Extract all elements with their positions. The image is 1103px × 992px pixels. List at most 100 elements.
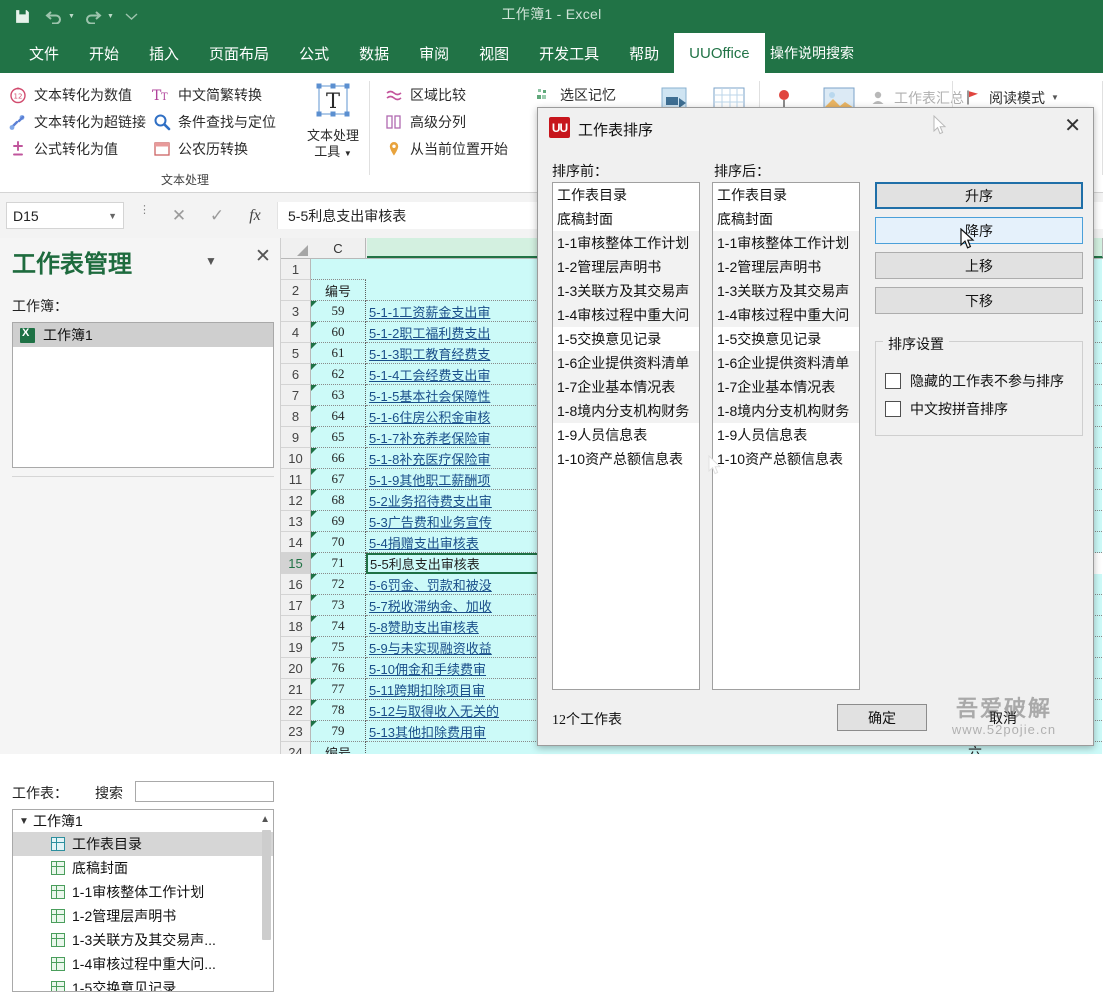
row-header[interactable]: 2 xyxy=(281,280,311,301)
select-all-corner[interactable] xyxy=(281,238,312,258)
row-header[interactable]: 9 xyxy=(281,427,311,448)
cell-c[interactable]: 61 xyxy=(311,343,366,364)
row-header[interactable]: 10 xyxy=(281,448,311,469)
list-item[interactable]: 1-3关联方及其交易声 xyxy=(553,279,699,303)
list-item[interactable]: 1-2管理层声明书 xyxy=(13,904,273,928)
cell-c[interactable]: 62 xyxy=(311,364,366,385)
list-item[interactable]: 1-7企业基本情况表 xyxy=(553,375,699,399)
cell-c[interactable]: 77 xyxy=(311,679,366,700)
row-header[interactable]: 1 xyxy=(281,259,311,280)
scrollbar-thumb[interactable] xyxy=(262,830,271,940)
tab-help[interactable]: 帮助 xyxy=(614,33,674,73)
workbook-list[interactable]: 工作簿1 xyxy=(12,322,274,468)
list-item[interactable]: 1-1审核整体工作计划 xyxy=(713,231,859,255)
search-input[interactable] xyxy=(135,781,274,802)
tab-view[interactable]: 视图 xyxy=(464,33,524,73)
list-item[interactable]: 底稿封面 xyxy=(713,207,859,231)
row-header[interactable]: 14 xyxy=(281,532,311,553)
ribbon-item-formula-to-value[interactable]: 公式转化为值 xyxy=(8,135,146,162)
cell-c[interactable]: 74 xyxy=(311,616,366,637)
list-item[interactable]: 1-10资产总额信息表 xyxy=(553,447,699,471)
tab-home[interactable]: 开始 xyxy=(74,33,134,73)
row-header[interactable]: 17 xyxy=(281,595,311,616)
tell-me-search[interactable]: 操作说明搜索 xyxy=(745,33,854,73)
tab-file[interactable]: 文件 xyxy=(14,33,74,73)
list-item[interactable]: 1-5交换意见记录 xyxy=(13,976,273,992)
name-box[interactable]: D15 ▼ xyxy=(6,202,124,229)
row-header[interactable]: 7 xyxy=(281,385,311,406)
cell-c[interactable]: 69 xyxy=(311,511,366,532)
row-header[interactable]: 18 xyxy=(281,616,311,637)
chevron-down-icon[interactable]: ▼ xyxy=(1051,93,1059,102)
list-item[interactable]: 1-7企业基本情况表 xyxy=(713,375,859,399)
chevron-up-icon[interactable]: ▲ xyxy=(260,814,270,825)
checkbox-box[interactable] xyxy=(885,401,901,417)
list-item[interactable]: 1-4审核过程中重大问... xyxy=(13,952,273,976)
list-item[interactable]: 1-3关联方及其交易声... xyxy=(13,928,273,952)
cancel-x-icon[interactable]: ✕ xyxy=(160,202,198,229)
list-item[interactable]: 1-5交换意见记录 xyxy=(713,327,859,351)
ribbon-item-simplified-traditional[interactable]: TT 中文简繁转换 xyxy=(152,81,276,108)
list-item[interactable]: 1-1审核整体工作计划 xyxy=(13,880,273,904)
chevron-down-icon[interactable]: ▼ xyxy=(108,211,117,221)
cell-c[interactable]: 59 xyxy=(311,301,366,322)
tab-developer[interactable]: 开发工具 xyxy=(524,33,614,73)
cell-c[interactable]: 编号 xyxy=(311,742,366,754)
list-item[interactable]: 工作表目录 xyxy=(713,183,859,207)
cell-c[interactable]: 65 xyxy=(311,427,366,448)
cell-c[interactable]: 72 xyxy=(311,574,366,595)
ribbon-item-advanced-split[interactable]: 高级分列 xyxy=(384,108,508,135)
cell-c[interactable]: 79 xyxy=(311,721,366,742)
row-header[interactable]: 16 xyxy=(281,574,311,595)
ribbon-item-selection-memory[interactable]: 选区记忆 xyxy=(534,81,616,108)
list-item[interactable]: 1-8境内分支机构财务 xyxy=(553,399,699,423)
row-header[interactable]: 20 xyxy=(281,658,311,679)
list-item[interactable]: 1-9人员信息表 xyxy=(553,423,699,447)
list-item[interactable]: 1-8境内分支机构财务 xyxy=(713,399,859,423)
list-item[interactable]: 1-10资产总额信息表 xyxy=(713,447,859,471)
row-header[interactable]: 22 xyxy=(281,700,311,721)
list-after[interactable]: 工作表目录底稿封面1-1审核整体工作计划1-2管理层声明书1-3关联方及其交易声… xyxy=(712,182,860,690)
cell-c[interactable] xyxy=(311,259,366,280)
tab-insert[interactable]: 插入 xyxy=(134,33,194,73)
cell-c[interactable]: 75 xyxy=(311,637,366,658)
cell-c[interactable]: 68 xyxy=(311,490,366,511)
list-item[interactable]: 1-2管理层声明书 xyxy=(713,255,859,279)
checkbox-hidden-sheets[interactable]: 隐藏的工作表不参与排序 xyxy=(885,371,1064,391)
row-header[interactable]: 13 xyxy=(281,511,311,532)
row-header[interactable]: 3 xyxy=(281,301,311,322)
ribbon-item-start-from-current[interactable]: 从当前位置开始 xyxy=(384,135,508,162)
tab-formulas[interactable]: 公式 xyxy=(284,33,344,73)
cell-c[interactable]: 60 xyxy=(311,322,366,343)
list-item[interactable]: 1-3关联方及其交易声 xyxy=(713,279,859,303)
list-item[interactable]: 1-6企业提供资料清单 xyxy=(713,351,859,375)
cell-c[interactable]: 63 xyxy=(311,385,366,406)
list-item[interactable]: 1-9人员信息表 xyxy=(713,423,859,447)
list-item[interactable]: 1-5交换意见记录 xyxy=(553,327,699,351)
cell-c[interactable]: 67 xyxy=(311,469,366,490)
list-item[interactable]: 1-1审核整体工作计划 xyxy=(553,231,699,255)
close-icon[interactable]: ✕ xyxy=(1064,116,1081,136)
list-item[interactable]: 工作表目录 xyxy=(13,832,273,856)
cell-c[interactable]: 编号 xyxy=(311,280,366,301)
ribbon-item-lunar-calendar[interactable]: 公农历转换 xyxy=(152,135,276,162)
row-header[interactable]: 8 xyxy=(281,406,311,427)
row-header[interactable]: 21 xyxy=(281,679,311,700)
ascending-button[interactable]: 升序 xyxy=(875,182,1083,209)
tab-review[interactable]: 审阅 xyxy=(404,33,464,73)
tree-root[interactable]: ▼ 工作簿1 ▲ xyxy=(13,810,273,832)
list-item[interactable]: 底稿封面 xyxy=(553,207,699,231)
ribbon-item-text-to-hyperlink[interactable]: 文本转化为超链接 xyxy=(8,108,146,135)
cell-c[interactable]: 70 xyxy=(311,532,366,553)
drag-handle[interactable]: ⋮ xyxy=(139,208,150,213)
ribbon-bigbutton-text-tools[interactable]: T 文本处理 工具 ▼ xyxy=(296,80,370,162)
sheet-tree[interactable]: ▼ 工作簿1 ▲ 工作表目录 底稿封面 1-1审核整体工作计划 1-2管理层声明… xyxy=(12,809,274,992)
close-icon[interactable]: ✕ xyxy=(255,247,271,266)
list-item[interactable]: 工作表目录 xyxy=(553,183,699,207)
ribbon-item-conditional-find[interactable]: 条件查找与定位 xyxy=(152,108,276,135)
checkbox-pinyin-sort[interactable]: 中文按拼音排序 xyxy=(885,399,1008,419)
move-down-button[interactable]: 下移 xyxy=(875,287,1083,314)
list-item[interactable]: 1-4审核过程中重大问 xyxy=(553,303,699,327)
row-header[interactable]: 19 xyxy=(281,637,311,658)
cell-c[interactable]: 78 xyxy=(311,700,366,721)
